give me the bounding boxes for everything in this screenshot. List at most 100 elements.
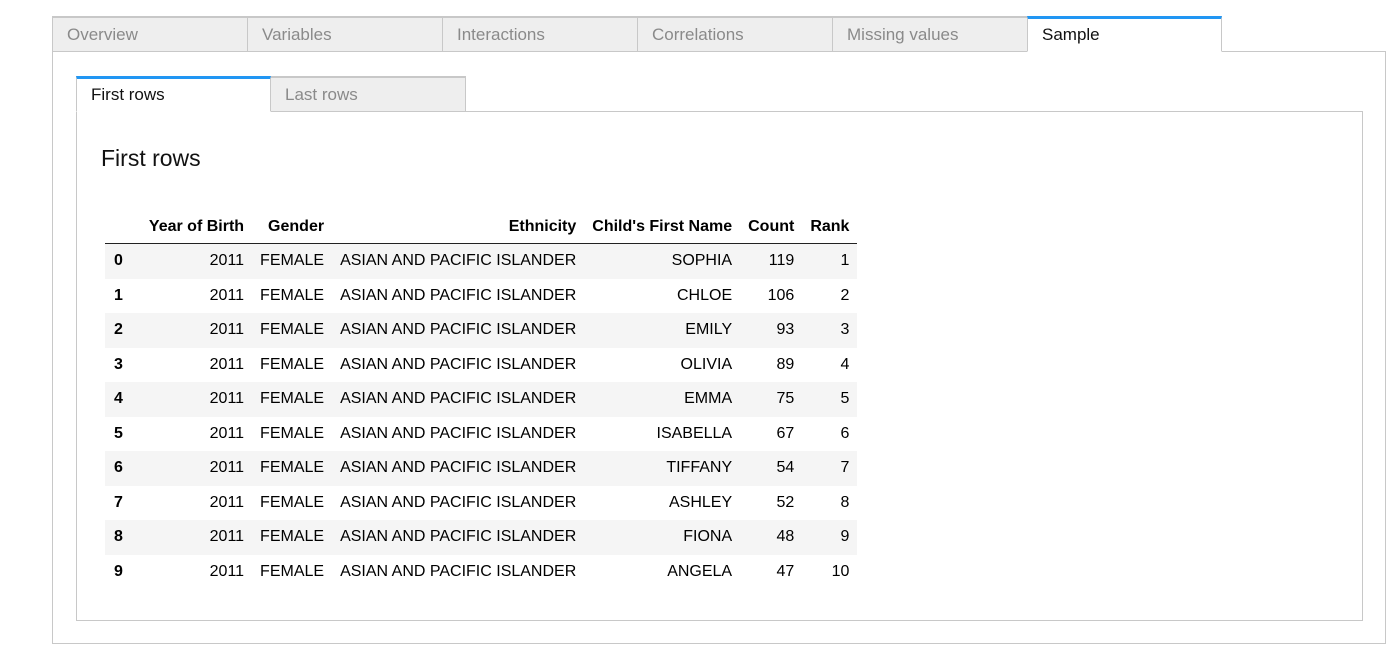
table-row: 3 2011 FEMALE ASIAN AND PACIFIC ISLANDER OLI…: [105, 348, 857, 383]
tab-last-rows[interactable]: Last rows: [271, 76, 466, 112]
section-title: First rows: [101, 145, 201, 171]
tab-sample[interactable]: Sample: [1027, 16, 1222, 52]
gender-cell: FEMALE: [252, 451, 333, 486]
rank-cell: 1: [802, 243, 858, 279]
first-name-cell: CHLOE: [676, 286, 733, 304]
ethnicity-cell: ASIAN AND PACIFIC ISLANDER: [340, 286, 577, 304]
gender-cell: FEMALE: [260, 562, 325, 580]
first-name-cell: EMMA: [584, 382, 741, 417]
row-index: 8: [105, 520, 141, 555]
gender-cell: FEMALE: [252, 313, 333, 348]
ethnicity-cell: ASIAN AND PACIFIC ISLANDER: [332, 313, 585, 348]
year-of-birth-cell: 2011: [209, 562, 245, 580]
rank-cell: 6: [840, 424, 850, 442]
ethnicity-cell: ASIAN AND PACIFIC ISLANDER: [340, 493, 577, 511]
column-header-index: [105, 212, 141, 244]
count-cell: 52: [776, 493, 795, 511]
gender-cell: FEMALE: [260, 424, 325, 442]
sample-subtab-bar: First rows Last rows: [76, 76, 466, 112]
tab-missing-values[interactable]: Missing values: [832, 16, 1027, 52]
year-of-birth-cell: 2011: [209, 355, 245, 373]
row-index: 0: [105, 243, 141, 279]
table-row: 0 2011 FEMALE ASIAN AND PACIFIC ISLANDER SOP…: [105, 243, 858, 279]
rank-cell: 3: [802, 313, 858, 348]
count-cell: 67: [776, 424, 795, 442]
table-row: 8 2011 FEMALE ASIAN AND PACIFIC ISLANDER FIO…: [105, 520, 858, 555]
table-row: 7 2011 FEMALE ASIAN AND PACIFIC ISLANDER ASH…: [105, 486, 857, 521]
year-of-birth-cell: 2011: [140, 520, 253, 555]
table-row: 4 2011 FEMALE ASIAN AND PACIFIC ISLANDER EMM…: [105, 382, 858, 417]
rank-cell: 9: [802, 520, 858, 555]
gender-cell: FEMALE: [260, 493, 325, 511]
tab-first-rows[interactable]: First rows: [76, 76, 271, 112]
count-cell: 47: [776, 562, 795, 580]
year-of-birth-cell: 2011: [209, 424, 245, 442]
year-of-birth-cell: 2011: [140, 243, 253, 279]
row-index: 2: [105, 313, 141, 348]
rank-cell: 8: [840, 493, 850, 511]
column-header-gender: Gender: [252, 212, 333, 244]
first-name-cell: SOPHIA: [584, 243, 741, 279]
gender-cell: FEMALE: [252, 520, 333, 555]
gender-cell: FEMALE: [252, 382, 333, 417]
year-of-birth-cell: 2011: [140, 451, 253, 486]
row-index: 6: [105, 451, 141, 486]
column-header-rank: Rank: [802, 212, 858, 244]
rank-cell: 4: [840, 355, 850, 373]
count-cell: 106: [767, 286, 795, 304]
gender-cell: FEMALE: [260, 286, 325, 304]
column-header-count: Count: [740, 212, 803, 244]
column-header-ethnicity: Ethnicity: [332, 212, 585, 244]
count-cell: 93: [740, 313, 803, 348]
ethnicity-cell: ASIAN AND PACIFIC ISLANDER: [340, 424, 577, 442]
report-tab-bar: Overview Variables Interactions Correlat…: [52, 16, 1222, 52]
column-header-childs-first-name: Child's First Name: [584, 212, 741, 244]
table-row: 9 2011 FEMALE ASIAN AND PACIFIC ISLANDER ANG…: [105, 555, 857, 590]
count-cell: 89: [776, 355, 795, 373]
row-index: 1: [114, 286, 123, 304]
year-of-birth-cell: 2011: [209, 286, 245, 304]
rank-cell: 7: [802, 451, 858, 486]
row-index: 4: [105, 382, 141, 417]
table-row: 1 2011 FEMALE ASIAN AND PACIFIC ISLANDER CHL…: [105, 279, 857, 314]
count-cell: 48: [740, 520, 803, 555]
first-name-cell: TIFFANY: [584, 451, 741, 486]
ethnicity-cell: ASIAN AND PACIFIC ISLANDER: [332, 520, 585, 555]
row-index: 3: [114, 355, 123, 373]
tab-correlations[interactable]: Correlations: [637, 16, 832, 52]
sample-table: Year of Birth Gender Ethnicity Child's F…: [105, 212, 858, 590]
gender-cell: FEMALE: [260, 355, 325, 373]
first-name-cell: OLIVIA: [680, 355, 733, 373]
year-of-birth-cell: 2011: [140, 382, 253, 417]
tab-variables[interactable]: Variables: [247, 16, 442, 52]
tab-overview[interactable]: Overview: [52, 16, 247, 52]
rank-cell: 2: [840, 286, 850, 304]
first-name-cell: EMILY: [584, 313, 741, 348]
year-of-birth-cell: 2011: [140, 313, 253, 348]
tab-interactions[interactable]: Interactions: [442, 16, 637, 52]
count-cell: 119: [740, 243, 803, 279]
table-row: 2 2011 FEMALE ASIAN AND PACIFIC ISLANDER EMI…: [105, 313, 858, 348]
table-row: 5 2011 FEMALE ASIAN AND PACIFIC ISLANDER ISA…: [105, 417, 857, 452]
column-header-year-of-birth: Year of Birth: [140, 212, 253, 244]
first-name-cell: ISABELLA: [656, 424, 733, 442]
row-index: 7: [114, 493, 123, 511]
row-index: 9: [114, 562, 123, 580]
ethnicity-cell: ASIAN AND PACIFIC ISLANDER: [332, 243, 585, 279]
row-index: 5: [114, 424, 123, 442]
first-name-cell: ANGELA: [667, 562, 733, 580]
first-name-cell: FIONA: [584, 520, 741, 555]
table-row: 6 2011 FEMALE ASIAN AND PACIFIC ISLANDER TIF…: [105, 451, 858, 486]
first-name-cell: ASHLEY: [668, 493, 733, 511]
table-header-row: Year of Birth Gender Ethnicity Child's F…: [105, 212, 858, 244]
table-body: 0 2011 FEMALE ASIAN AND PACIFIC ISLANDER SOP…: [105, 243, 858, 590]
ethnicity-cell: ASIAN AND PACIFIC ISLANDER: [340, 355, 577, 373]
ethnicity-cell: ASIAN AND PACIFIC ISLANDER: [332, 382, 585, 417]
year-of-birth-cell: 2011: [209, 493, 245, 511]
gender-cell: FEMALE: [252, 243, 333, 279]
rank-cell: 10: [831, 562, 850, 580]
count-cell: 75: [740, 382, 803, 417]
ethnicity-cell: ASIAN AND PACIFIC ISLANDER: [332, 451, 585, 486]
rank-cell: 5: [802, 382, 858, 417]
count-cell: 54: [740, 451, 803, 486]
